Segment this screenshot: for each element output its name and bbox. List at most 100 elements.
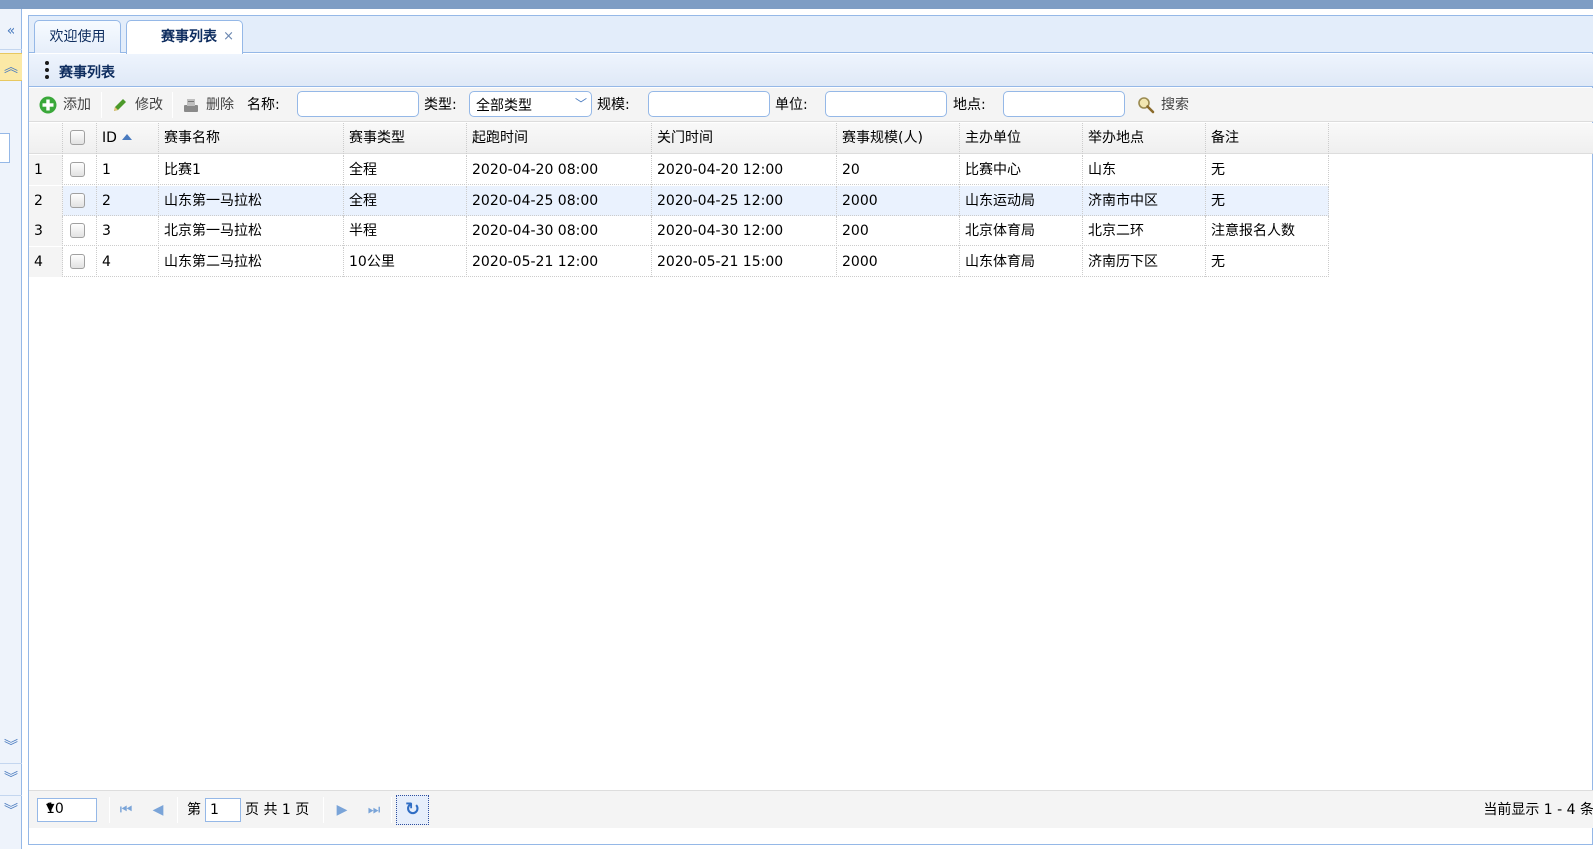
table-row[interactable]: 3 3 北京第一马拉松 半程 2020-04-30 08:00 2020-04-30 12…: [29, 216, 1329, 246]
type-select[interactable]: 全部类型 ﹀: [469, 91, 592, 117]
tab-label: 欢迎使用: [49, 29, 106, 45]
column-header-note[interactable]: 备注: [1206, 123, 1329, 154]
first-page-icon[interactable]: ⏮: [117, 801, 135, 819]
page-size-select[interactable]: 10 ▼: [37, 798, 97, 822]
column-header-org[interactable]: 主办单位: [960, 123, 1083, 154]
row-checkbox[interactable]: [70, 223, 85, 238]
panel-menu-icon[interactable]: [45, 61, 49, 81]
edit-label: 修改: [135, 97, 163, 113]
cell-close: 2020-04-25 12:00: [652, 185, 837, 216]
cell-id: 3: [97, 216, 159, 246]
search-button[interactable]: 搜索: [1137, 94, 1189, 116]
edit-icon: [114, 99, 126, 111]
prev-page-icon[interactable]: ◀: [149, 801, 167, 819]
row-number: 2: [29, 185, 63, 216]
panel-title: 赛事列表: [59, 65, 115, 81]
cell-id: 4: [97, 246, 159, 277]
refresh-icon[interactable]: ↻: [396, 795, 429, 825]
cell-name: 北京第一马拉松: [159, 216, 344, 246]
cell-close: 2020-04-30 12:00: [652, 216, 837, 246]
top-header-bar: [0, 0, 1593, 9]
delete-icon: [184, 99, 198, 112]
strip-divider: [0, 795, 22, 796]
place-label: 地点:: [953, 97, 986, 113]
row-number-header: [29, 123, 63, 154]
row-checkbox[interactable]: [70, 162, 85, 177]
cell-start: 2020-04-30 08:00: [467, 216, 652, 246]
pagination-bar: 10 ▼ ⏮ ◀ 第 1 页 共 1 页 ▶ ⏭ ↻ 当前显示 1 - 4 条: [29, 790, 1593, 828]
place-input[interactable]: [1003, 91, 1125, 117]
search-icon: [1138, 97, 1155, 114]
accordion-down-icon[interactable]: ︾: [0, 797, 22, 825]
column-header-start[interactable]: 起跑时间: [467, 123, 652, 154]
table-row[interactable]: 4 4 山东第二马拉松 10公里 2020-05-21 12:00 2020-05-21 …: [29, 246, 1329, 277]
row-select-cell[interactable]: [63, 155, 97, 185]
tab-event-list[interactable]: 赛事列表 ×: [126, 20, 243, 54]
cell-place: 北京二环: [1083, 216, 1206, 246]
accordion-up-icon[interactable]: ︽: [0, 53, 22, 81]
strip-divider: [0, 763, 22, 764]
page-info: 当前显示 1 - 4 条: [1483, 802, 1593, 818]
next-page-icon[interactable]: ▶: [333, 801, 351, 819]
cell-org: 比赛中心: [960, 155, 1083, 185]
select-all-checkbox[interactable]: [70, 130, 85, 145]
cell-type: 全程: [344, 185, 467, 216]
cell-place: 山东: [1083, 155, 1206, 185]
tab-welcome[interactable]: 欢迎使用: [34, 20, 121, 53]
table-row[interactable]: 2 2 山东第一马拉松 全程 2020-04-25 08:00 2020-04-25 12…: [29, 185, 1329, 216]
cell-scale: 20: [837, 155, 960, 185]
delete-button[interactable]: 删除: [182, 94, 234, 116]
chevron-down-icon[interactable]: ﹀: [571, 92, 591, 116]
cell-note: 无: [1206, 155, 1329, 185]
accordion-down-icon[interactable]: ︾: [0, 733, 22, 761]
row-checkbox[interactable]: [70, 192, 85, 208]
column-header-name[interactable]: 赛事名称: [159, 123, 344, 154]
cell-org: 山东运动局: [960, 185, 1083, 216]
add-button[interactable]: 添加: [39, 94, 91, 116]
table-row[interactable]: 1 1 比赛1 全程 2020-04-20 08:00 2020-04-20 12:00 2…: [29, 155, 1329, 185]
toolbar: 添加 修改 删除 名称: 类型: 全部类型 ﹀ 规模: 单位: 地点: 搜索: [29, 88, 1593, 122]
cell-scale: 200: [837, 216, 960, 246]
edit-button[interactable]: 修改: [111, 94, 163, 116]
unit-label: 单位:: [775, 97, 808, 113]
accordion-item[interactable]: [0, 133, 10, 163]
row-checkbox[interactable]: [70, 253, 85, 269]
row-number: 3: [29, 216, 63, 246]
row-select-cell[interactable]: [63, 185, 97, 216]
accordion-down-icon[interactable]: ︾: [0, 765, 22, 793]
cell-close: 2020-05-21 15:00: [652, 246, 837, 277]
page-suffix: 页 共 1 页: [245, 802, 310, 818]
cell-start: 2020-04-20 08:00: [467, 155, 652, 185]
cell-scale: 2000: [837, 246, 960, 277]
cell-note: 无: [1206, 185, 1329, 216]
page-number-input[interactable]: 1: [205, 798, 241, 822]
add-icon: [39, 96, 57, 114]
column-header-scale[interactable]: 赛事规模(人): [837, 123, 960, 154]
row-select-cell[interactable]: [63, 216, 97, 246]
row-select-cell[interactable]: [63, 246, 97, 277]
close-icon[interactable]: ×: [223, 21, 234, 53]
cell-org: 山东体育局: [960, 246, 1083, 277]
column-header-label: ID: [102, 130, 117, 146]
add-label: 添加: [63, 97, 91, 113]
pager-separator: [391, 797, 392, 823]
column-header-place[interactable]: 举办地点: [1083, 123, 1206, 154]
last-page-icon[interactable]: ⏭: [365, 801, 383, 819]
column-header-type[interactable]: 赛事类型: [344, 123, 467, 154]
collapse-left-icon[interactable]: «: [0, 17, 22, 45]
unit-input[interactable]: [825, 91, 947, 117]
cell-name: 山东第一马拉松: [159, 185, 344, 216]
cell-id: 1: [97, 155, 159, 185]
sort-ascending-icon: [121, 134, 132, 140]
left-accordion-strip: « ︽ ︾ ︾ ︾: [0, 9, 22, 849]
column-header-id[interactable]: ID: [97, 123, 159, 154]
column-header-close[interactable]: 关门时间: [652, 123, 837, 154]
delete-label: 删除: [206, 97, 234, 113]
name-input[interactable]: [297, 91, 419, 117]
cell-note: 注意报名人数: [1206, 216, 1329, 246]
scale-input[interactable]: [648, 91, 770, 117]
cell-start: 2020-05-21 12:00: [467, 246, 652, 277]
grid-header: ID 赛事名称 赛事类型 起跑时间 关门时间 赛事规模(人) 主办单位 举办地点…: [29, 123, 1593, 154]
cell-type: 10公里: [344, 246, 467, 277]
tab-bar: 欢迎使用 赛事列表 ×: [29, 16, 1593, 54]
